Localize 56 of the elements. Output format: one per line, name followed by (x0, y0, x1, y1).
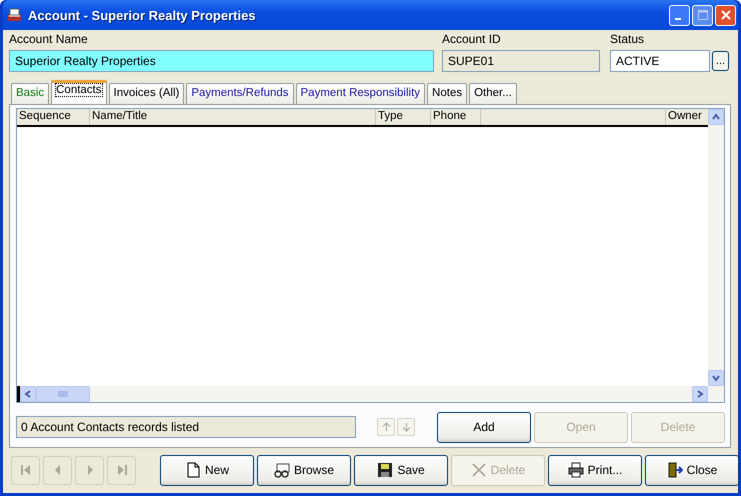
toolbar-button[interactable]: Close (645, 454, 739, 486)
text-field[interactable]: Superior Realty Properties (9, 50, 434, 72)
toolbar-button[interactable]: New (160, 454, 254, 486)
horizontal-scrollbar[interactable] (17, 386, 708, 402)
up-arrow-icon (382, 422, 390, 432)
field-label: Status (610, 32, 646, 46)
column-header[interactable]: Phone (431, 109, 481, 125)
scroll-right-button[interactable] (692, 386, 708, 402)
chevron-left-icon (24, 390, 32, 398)
skip-icon (20, 464, 32, 476)
cross-icon (470, 462, 487, 478)
minimize-icon (674, 18, 680, 20)
toolbar-button[interactable]: Browse (257, 454, 351, 486)
chevron-down-icon (712, 374, 720, 382)
move-down-button[interactable] (397, 418, 415, 436)
document-icon (184, 462, 201, 478)
tab[interactable]: Other... (469, 83, 517, 104)
status-text: 0 Account Contacts records listed (16, 416, 356, 438)
app-icon (7, 7, 23, 23)
minimize-button[interactable] (669, 4, 690, 26)
window-title: Account - Superior Realty Properties (28, 8, 257, 22)
tab[interactable]: Notes (427, 83, 468, 104)
skip-icon (116, 464, 128, 476)
printer-icon (568, 462, 584, 478)
tab[interactable]: Payment Responsibility (296, 83, 426, 104)
text-field[interactable]: ACTIVE (610, 50, 710, 72)
toolbar-button[interactable]: Print... (548, 454, 642, 486)
tab[interactable]: Invoices (All) (108, 83, 184, 104)
chevron-up-icon (712, 113, 720, 121)
maximize-button[interactable] (692, 4, 713, 26)
column-header[interactable]: Owner (666, 109, 708, 125)
scroll-thumb[interactable] (36, 386, 90, 402)
maximize-icon (698, 10, 708, 20)
field-label: Account Name (9, 32, 89, 46)
toolbar-button[interactable]: Save (354, 454, 448, 486)
column-header[interactable]: Name/Title (90, 109, 376, 125)
down-arrow-icon (402, 422, 410, 432)
door-icon (666, 462, 683, 478)
text-field[interactable]: SUPE01 (442, 50, 600, 72)
scroll-down-button[interactable] (708, 370, 724, 386)
close-button[interactable] (715, 4, 736, 26)
move-up-button[interactable] (377, 418, 395, 436)
browse-button[interactable]: ... (712, 51, 729, 71)
chevron-right-icon (696, 390, 704, 398)
vertical-scrollbar[interactable] (708, 109, 724, 402)
column-header[interactable]: Type (376, 109, 431, 125)
scroll-left-button[interactable] (20, 386, 36, 402)
close-icon (720, 10, 730, 20)
scroll-up-button[interactable] (708, 109, 724, 125)
binoculars-icon (274, 462, 290, 478)
tab[interactable]: Payments/Refunds (186, 83, 294, 104)
list-button[interactable]: Add (437, 412, 531, 442)
tab[interactable]: Contacts (51, 80, 107, 104)
field-label: Account ID (442, 32, 502, 46)
tab[interactable]: Basic (11, 83, 50, 104)
column-header[interactable]: Sequence (17, 109, 90, 125)
